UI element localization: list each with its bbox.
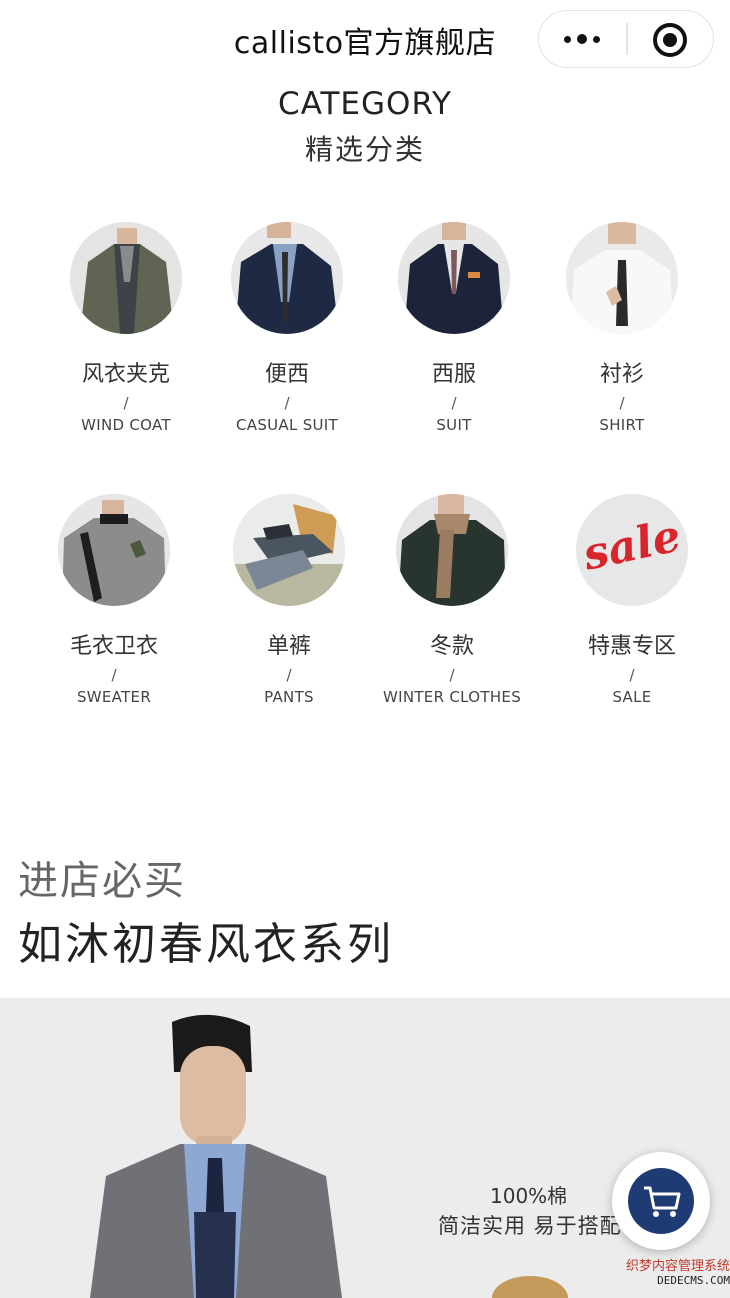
watermark-line1: 织梦内容管理系统 <box>625 1259 730 1274</box>
pants-image <box>233 494 345 606</box>
category-slash: / <box>123 394 129 412</box>
shirt-image <box>566 222 678 334</box>
category-slash: / <box>284 394 290 412</box>
watermark-line2: DEDECMS.COM <box>657 1274 730 1287</box>
section-title: 如沐初春风衣系列 <box>18 919 394 970</box>
category-sweater[interactable]: 毛衣卫衣 / SWEATER <box>29 494 199 708</box>
category-label-en: SHIRT <box>599 416 645 434</box>
category-label-cn: 西服 <box>431 362 476 387</box>
category-slash: / <box>286 666 292 684</box>
category-slash: / <box>449 666 455 684</box>
category-label-cn: 便西 <box>264 362 309 387</box>
category-label-cn: 风衣夹克 <box>81 362 170 387</box>
category-label-en: WIND COAT <box>81 416 171 434</box>
capsule-divider <box>626 23 628 55</box>
suit-image <box>398 222 510 334</box>
category-label-cn: 毛衣卫衣 <box>69 634 158 659</box>
category-suit[interactable]: 西服 / SUIT <box>369 222 539 436</box>
category-wind-coat[interactable]: 风衣夹克 / WIND COAT <box>41 222 211 436</box>
top-navbar: callisto官方旗舰店 <box>0 0 730 80</box>
category-label-cn: 单裤 <box>266 634 311 659</box>
category-winter-clothes[interactable]: 冬款 / WINTER CLOTHES <box>367 494 537 708</box>
casual-suit-image <box>231 222 343 334</box>
target-close-icon[interactable] <box>653 23 687 57</box>
mini-program-capsule <box>538 10 714 68</box>
wind-coat-image <box>70 222 182 334</box>
category-slash: / <box>111 666 117 684</box>
category-label-en: SALE <box>612 688 652 706</box>
category-title-cn: 精选分类 <box>304 133 425 166</box>
category-sale[interactable]: sale 特惠专区 / SALE <box>547 494 717 708</box>
banner-cotton-text: 100%棉 <box>490 1184 568 1208</box>
product-thumb <box>492 1276 568 1298</box>
category-pants[interactable]: 单裤 / PANTS <box>204 494 374 708</box>
sweater-image <box>58 494 170 606</box>
watermark: 织梦内容管理系统 DEDECMS.COM <box>620 1260 730 1288</box>
category-label-cn: 衬衫 <box>599 362 644 387</box>
category-label-en: SUIT <box>436 416 472 434</box>
category-slash: / <box>619 394 625 412</box>
category-label-en: WINTER CLOTHES <box>382 688 522 706</box>
category-slash: / <box>629 666 635 684</box>
promo-banner[interactable]: 100%棉 简洁实用 易于搭配 <box>0 998 730 1298</box>
category-casual-suit[interactable]: 便西 / CASUAL SUIT <box>202 222 372 436</box>
category-slash: / <box>451 394 457 412</box>
category-label-en: SWEATER <box>76 688 152 706</box>
category-shirt[interactable]: 衬衫 / SHIRT <box>537 222 707 436</box>
category-label-cn: 冬款 <box>429 634 474 659</box>
winter-clothes-image <box>396 494 508 606</box>
sale-image: sale <box>576 494 688 606</box>
category-label-en: PANTS <box>264 688 314 706</box>
model-photo <box>90 1014 342 1298</box>
section-subtitle: 进店必买 <box>18 858 186 904</box>
category-label-en: CASUAL SUIT <box>235 416 338 434</box>
cart-button[interactable] <box>612 1152 710 1250</box>
category-title-en: CATEGORY <box>278 86 452 122</box>
category-label-cn: 特惠专区 <box>587 634 676 659</box>
banner-tagline: 简洁实用 易于搭配 <box>438 1214 622 1238</box>
sale-badge: sale <box>578 510 686 581</box>
more-dots-icon[interactable] <box>539 11 625 67</box>
